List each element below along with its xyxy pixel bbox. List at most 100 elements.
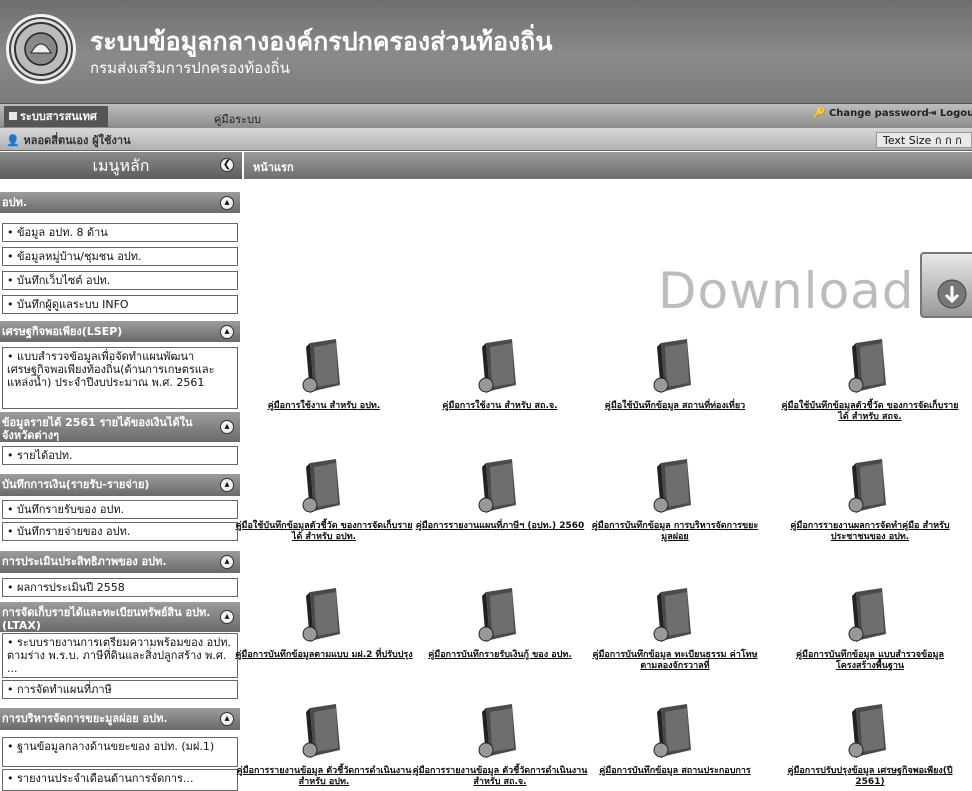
sidebar-section-waste[interactable]: การบริหารจัดการขยะมูลฝอย อปท. ▴ bbox=[0, 708, 240, 730]
manual-download-item[interactable]: คู่มือการรายงานข้อมูล ตัวชี้วัดการดำเนิน… bbox=[410, 700, 590, 788]
manual-download-item[interactable]: คู่มือการบันทึกข้อมูล ทะเบียนธรรม ค่าโทษ… bbox=[585, 584, 765, 672]
sidebar-item-label: ข้อมูล อปท. 8 ด้าน bbox=[17, 226, 108, 239]
sidebar-item-label: รายได้อปท. bbox=[17, 449, 73, 462]
manual-download-item[interactable]: คู่มือการใช้งาน สำหรับ สถ.จ. bbox=[410, 335, 590, 412]
change-password-link[interactable]: 🔑 Change password bbox=[813, 108, 929, 119]
sidebar-item[interactable]: • ข้อมูล อปท. 8 ด้าน bbox=[2, 223, 238, 242]
collapse-section-icon[interactable]: ▴ bbox=[220, 195, 234, 210]
manual-book-icon[interactable] bbox=[842, 455, 898, 517]
sidebar-item[interactable]: • การจัดทำแผนที่ภาษี bbox=[2, 680, 238, 699]
collapse-section-icon[interactable]: ▴ bbox=[220, 712, 234, 726]
manual-download-link[interactable]: คู่มือการใช้งาน สำหรับ สถ.จ. bbox=[410, 401, 590, 412]
download-banner-text: Download bbox=[658, 262, 915, 320]
manual-download-link[interactable]: คู่มือการบันทึกข้อมูล การบริหารจัดการขยะ… bbox=[585, 521, 765, 543]
manual-download-item[interactable]: คู่มือการบันทึกข้อมูลตามแบบ มฝ.2 ที่ปรับ… bbox=[234, 584, 414, 661]
sidebar-item-label: ฐานข้อมูลกลางด้านขยะของ อปท. (มฝ.1) bbox=[17, 740, 215, 753]
manual-download-item[interactable]: คู่มือการรายงานแผนที่ภาษีฯ (อปท.) 2560 bbox=[410, 455, 590, 532]
manual-book-icon[interactable] bbox=[647, 335, 703, 397]
logout-link[interactable]: ⇥ Logout bbox=[928, 108, 972, 119]
manual-book-icon[interactable] bbox=[842, 584, 898, 646]
sidebar-section-lao[interactable]: อปท. ▴ bbox=[0, 192, 240, 213]
manual-download-item[interactable]: คู่มือการบันทึกรายรับเงินกู้ ของ อปท. bbox=[410, 584, 590, 661]
tab-icon bbox=[9, 112, 17, 120]
manual-book-icon[interactable] bbox=[296, 584, 352, 646]
section-title: การบริหารจัดการขยะมูลฝอย อปท. bbox=[2, 712, 168, 725]
manual-download-link[interactable]: คู่มือการรายงานข้อมูล ตัวชี้วัดการดำเนิน… bbox=[234, 766, 414, 788]
sidebar-item[interactable]: • บันทึกเว็บไซต์ อปท. bbox=[2, 271, 238, 290]
collapse-section-icon[interactable]: ▴ bbox=[220, 420, 234, 434]
manual-download-item[interactable]: คู่มือการปรับปรุงข้อมูล เศรษฐกิจพอเพียง(… bbox=[780, 700, 960, 788]
manual-download-link[interactable]: คู่มือใช้บันทึกข้อมูลตัวชี้วัด ของการจัด… bbox=[234, 521, 414, 543]
manual-download-link[interactable]: คู่มือการบันทึกข้อมูล ทะเบียนธรรม ค่าโทษ… bbox=[585, 650, 765, 672]
sidebar-item[interactable]: • บันทึกรายรับของ อปท. bbox=[2, 500, 238, 519]
download-box-icon bbox=[920, 252, 972, 318]
sidebar-item[interactable]: • แบบสำรวจข้อมูลเพื่อจัดทำแผนพัฒนาเศรษฐก… bbox=[2, 347, 238, 409]
manual-download-link[interactable]: คู่มือการรายงานผลการจัดทำคู่มือ สำหรับปร… bbox=[780, 521, 960, 543]
sidebar-item[interactable]: • ผลการประเมินปี 2558 bbox=[2, 578, 238, 597]
manual-book-icon[interactable] bbox=[472, 584, 528, 646]
sidebar-item[interactable]: • บันทึกผู้ดูแลระบบ INFO bbox=[2, 295, 238, 314]
manual-book-icon[interactable] bbox=[472, 335, 528, 397]
manual-book-icon[interactable] bbox=[296, 455, 352, 517]
sidebar-item[interactable]: • ฐานข้อมูลกลางด้านขยะของ อปท. (มฝ.1) bbox=[2, 737, 238, 767]
manual-download-link[interactable]: คู่มือการใช้งาน สำหรับ อปท. bbox=[234, 401, 414, 412]
sidebar-item[interactable]: • รายได้อปท. bbox=[2, 446, 238, 465]
manual-download-item[interactable]: คู่มือการบันทึกข้อมูล การบริหารจัดการขยะ… bbox=[585, 455, 765, 543]
change-password-label: Change password bbox=[828, 108, 929, 119]
manual-book-icon[interactable] bbox=[842, 700, 898, 762]
sidebar-section-revenue[interactable]: ข้อมูลรายได้ 2561 รายได้ของเงินได้ในจังห… bbox=[0, 412, 240, 442]
manual-download-item[interactable]: คู่มือใช้บันทึกข้อมูล สถานที่ท่องเที่ยว bbox=[585, 335, 765, 412]
sidebar-item-label: รายงานประจำเดือนด้านการจัดการ... bbox=[17, 772, 194, 785]
breadcrumb-bar bbox=[244, 152, 972, 179]
tab-information-system[interactable]: ระบบสารสนเทศ bbox=[4, 106, 108, 127]
sidebar-item[interactable]: • รายงานประจำเดือนด้านการจัดการ... bbox=[2, 769, 238, 791]
manual-download-link[interactable]: คู่มือการบันทึกข้อมูล สถานประกอบการ bbox=[585, 766, 765, 777]
sidebar-title-label: เมนูหลัก bbox=[92, 156, 150, 175]
sidebar-section-finance[interactable]: บันทึกการเงิน(รายรับ-รายจ่าย) ▴ bbox=[0, 474, 240, 496]
manual-book-icon[interactable] bbox=[296, 700, 352, 762]
sidebar-item[interactable]: • ระบบรายงานการเตรียมความพร้อมของ อปท. ต… bbox=[2, 633, 238, 678]
manual-download-link[interactable]: คู่มือใช้บันทึกข้อมูลตัวชี้วัด ของการจัด… bbox=[780, 401, 960, 423]
government-seal-logo bbox=[6, 14, 76, 84]
sidebar-item-label: ระบบรายงานการเตรียมความพร้อมของ อปท. ตาม… bbox=[7, 636, 231, 675]
text-size-control[interactable]: Text Size ก ก ก bbox=[876, 132, 972, 148]
manual-download-link[interactable]: คู่มือการรายงานแผนที่ภาษีฯ (อปท.) 2560 bbox=[410, 521, 590, 532]
manual-download-item[interactable]: คู่มือใช้บันทึกข้อมูลตัวชี้วัด ของการจัด… bbox=[780, 335, 960, 423]
manual-download-item[interactable]: คู่มือการบันทึกข้อมูล สถานประกอบการ bbox=[585, 700, 765, 777]
manual-book-icon[interactable] bbox=[842, 335, 898, 397]
manual-download-link[interactable]: คู่มือการบันทึกข้อมูล แบบสำรวจข้อมูลโครง… bbox=[780, 650, 960, 672]
sidebar-section-evaluation[interactable]: การประเมินประสิทธิภาพของ อปท. ▴ bbox=[0, 551, 240, 573]
user-bar bbox=[0, 128, 972, 151]
current-user: 👤 หลอดสี่ตนเอง ผู้ใช้งาน bbox=[6, 131, 131, 149]
manual-book-icon[interactable] bbox=[647, 455, 703, 517]
manual-book-icon[interactable] bbox=[647, 700, 703, 762]
tab-manual[interactable]: คู่มือระบบ bbox=[214, 110, 261, 128]
sidebar-section-ltax[interactable]: การจัดเก็บรายได้และทะเบียนทรัพย์สิน อปท.… bbox=[0, 602, 240, 632]
sidebar-item[interactable]: • ข้อมูลหมู่บ้าน/ชุมชน อปท. bbox=[2, 247, 238, 266]
manual-book-icon[interactable] bbox=[472, 700, 528, 762]
manual-download-link[interactable]: คู่มือการปรับปรุงข้อมูล เศรษฐกิจพอเพียง(… bbox=[780, 766, 960, 788]
sidebar-section-lsep[interactable]: เศรษฐกิจพอเพียง(LSEP) ▴ bbox=[0, 321, 240, 342]
manual-download-item[interactable]: คู่มือการบันทึกข้อมูล แบบสำรวจข้อมูลโครง… bbox=[780, 584, 960, 672]
manual-download-item[interactable]: คู่มือการรายงานผลการจัดทำคู่มือ สำหรับปร… bbox=[780, 455, 960, 543]
manual-download-link[interactable]: คู่มือการรายงานข้อมูล ตัวชี้วัดการดำเนิน… bbox=[410, 766, 590, 788]
manual-book-icon[interactable] bbox=[647, 584, 703, 646]
manual-download-item[interactable]: คู่มือการใช้งาน สำหรับ อปท. bbox=[234, 335, 414, 412]
collapse-section-icon[interactable]: ▴ bbox=[220, 555, 234, 569]
collapse-section-icon[interactable]: ▴ bbox=[220, 610, 234, 624]
sidebar-item[interactable]: • บันทึกรายจ่ายของ อปท. bbox=[2, 522, 238, 541]
manual-download-link[interactable]: คู่มือใช้บันทึกข้อมูล สถานที่ท่องเที่ยว bbox=[585, 401, 765, 412]
collapse-section-icon[interactable]: ▴ bbox=[220, 478, 234, 492]
manual-download-item[interactable]: คู่มือใช้บันทึกข้อมูลตัวชี้วัด ของการจัด… bbox=[234, 455, 414, 543]
collapse-section-icon[interactable]: ▴ bbox=[220, 324, 234, 339]
current-user-label: หลอดสี่ตนเอง ผู้ใช้งาน bbox=[23, 134, 131, 147]
manual-book-icon[interactable] bbox=[472, 455, 528, 517]
sidebar-item-label: ผลการประเมินปี 2558 bbox=[17, 581, 125, 594]
sidebar-item-label: บันทึกผู้ดูแลระบบ INFO bbox=[17, 298, 129, 311]
manual-download-item[interactable]: คู่มือการรายงานข้อมูล ตัวชี้วัดการดำเนิน… bbox=[234, 700, 414, 788]
manual-book-icon[interactable] bbox=[296, 335, 352, 397]
collapse-sidebar-icon[interactable]: ❮ bbox=[220, 158, 234, 172]
logout-icon: ⇥ bbox=[928, 108, 937, 119]
manual-download-link[interactable]: คู่มือการบันทึกข้อมูลตามแบบ มฝ.2 ที่ปรับ… bbox=[234, 650, 414, 661]
manual-download-link[interactable]: คู่มือการบันทึกรายรับเงินกู้ ของ อปท. bbox=[410, 650, 590, 661]
